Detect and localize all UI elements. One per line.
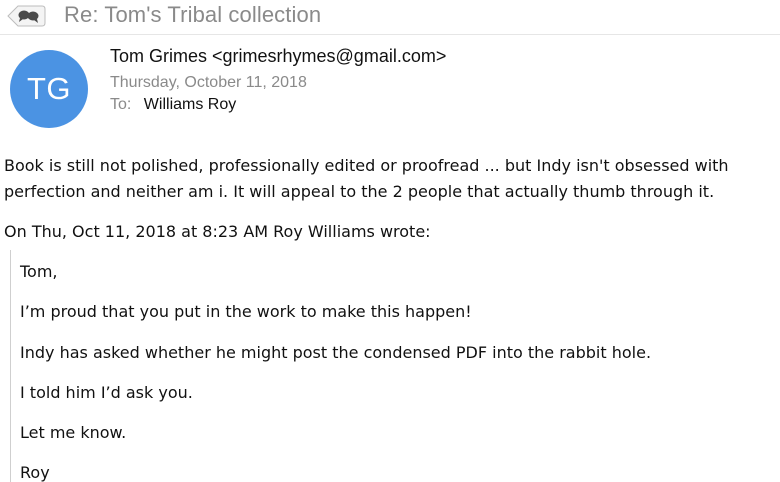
sender-address[interactable]: Tom Grimes <grimesrhymes@gmail.com> bbox=[110, 46, 446, 67]
message-body-text: Book is still not polished, professional… bbox=[4, 156, 729, 201]
quoted-line: Indy has asked whether he might post the… bbox=[20, 343, 652, 362]
email-subject: Re: Tom's Tribal collection bbox=[64, 2, 322, 27]
to-label: To: bbox=[110, 96, 132, 113]
quoted-line: Roy bbox=[20, 463, 50, 482]
message-date: Thursday, October 11, 2018 bbox=[110, 74, 307, 91]
avatar: TG bbox=[10, 50, 88, 128]
message-body: Book is still not polished, professional… bbox=[4, 153, 776, 205]
quote-attribution: On Thu, Oct 11, 2018 at 8:23 AM Roy Will… bbox=[4, 222, 431, 241]
conversation-bubbles-icon[interactable] bbox=[4, 4, 46, 28]
quoted-line: I told him I’d ask you. bbox=[20, 383, 193, 402]
message-header-bar: Re: Tom's Tribal collection bbox=[0, 0, 780, 35]
quoted-message: Tom, I’m proud that you put in the work … bbox=[10, 250, 770, 482]
sender-header: TG Tom Grimes <grimesrhymes@gmail.com> T… bbox=[0, 34, 780, 134]
recipient-row: To: Williams Roy bbox=[110, 96, 236, 114]
recipient-name[interactable]: Williams Roy bbox=[144, 96, 236, 113]
quoted-line: Let me know. bbox=[20, 423, 127, 442]
email-reader: Re: Tom's Tribal collection TG Tom Grime… bbox=[0, 0, 780, 482]
quoted-line: Tom, bbox=[20, 262, 58, 281]
quoted-line: I’m proud that you put in the work to ma… bbox=[20, 302, 472, 321]
